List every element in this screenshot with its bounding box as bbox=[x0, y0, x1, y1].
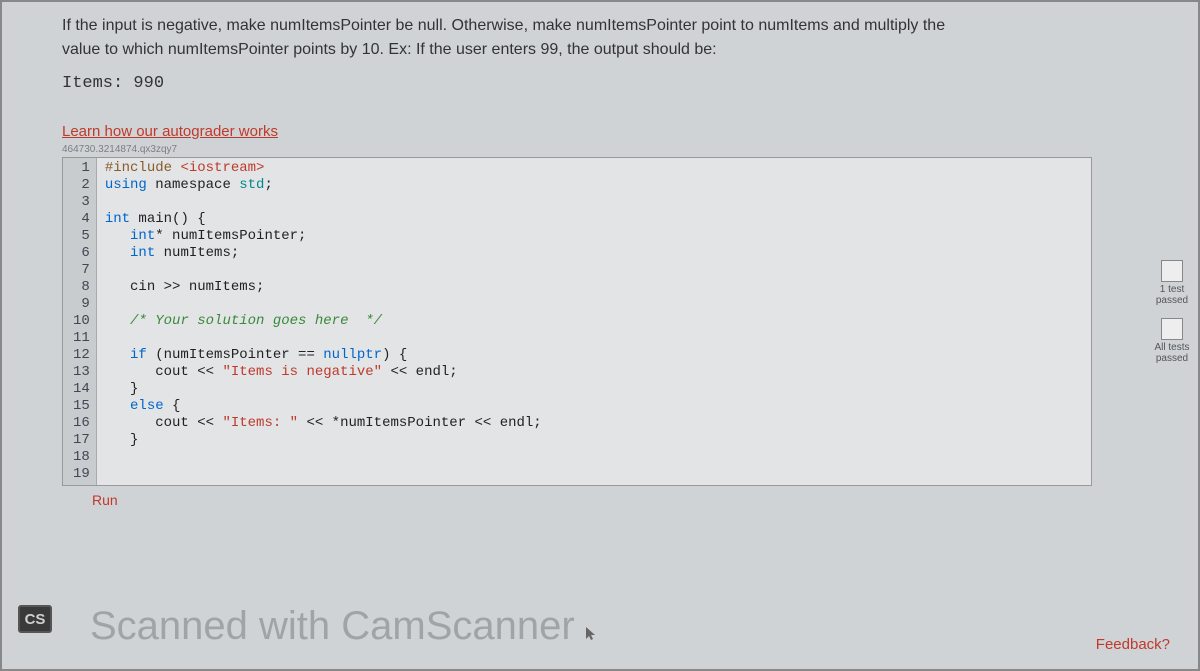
code-editor[interactable]: 1 2 3 4 5 6 7 8 9 10 11 12 13 14 15 16 1… bbox=[62, 157, 1092, 486]
instruction-line-2: value to which numItemsPointer points by… bbox=[62, 41, 717, 58]
problem-instructions: If the input is negative, make numItemsP… bbox=[62, 14, 1178, 62]
camscanner-badge-icon: CS bbox=[18, 605, 52, 633]
example-output: Items: 990 bbox=[62, 74, 1178, 93]
one-test-label: 1 testpassed bbox=[1150, 284, 1194, 306]
line-number-gutter: 1 2 3 4 5 6 7 8 9 10 11 12 13 14 15 16 1… bbox=[63, 158, 97, 485]
test-status-column: 1 testpassed All testspassed bbox=[1150, 258, 1194, 376]
all-tests-label: All testspassed bbox=[1150, 342, 1194, 364]
autograder-link[interactable]: Learn how our autograder works bbox=[62, 123, 278, 140]
all-tests-status-box bbox=[1161, 318, 1183, 340]
instruction-line-1: If the input is negative, make numItemsP… bbox=[62, 17, 945, 34]
feedback-link[interactable]: Feedback? bbox=[1096, 636, 1170, 653]
session-id: 464730.3214874.qx3zqy7 bbox=[62, 144, 1178, 155]
code-content[interactable]: #include <iostream> using namespace std;… bbox=[97, 158, 1091, 485]
one-test-status-box bbox=[1161, 260, 1183, 282]
run-button[interactable]: Run bbox=[92, 492, 1178, 508]
